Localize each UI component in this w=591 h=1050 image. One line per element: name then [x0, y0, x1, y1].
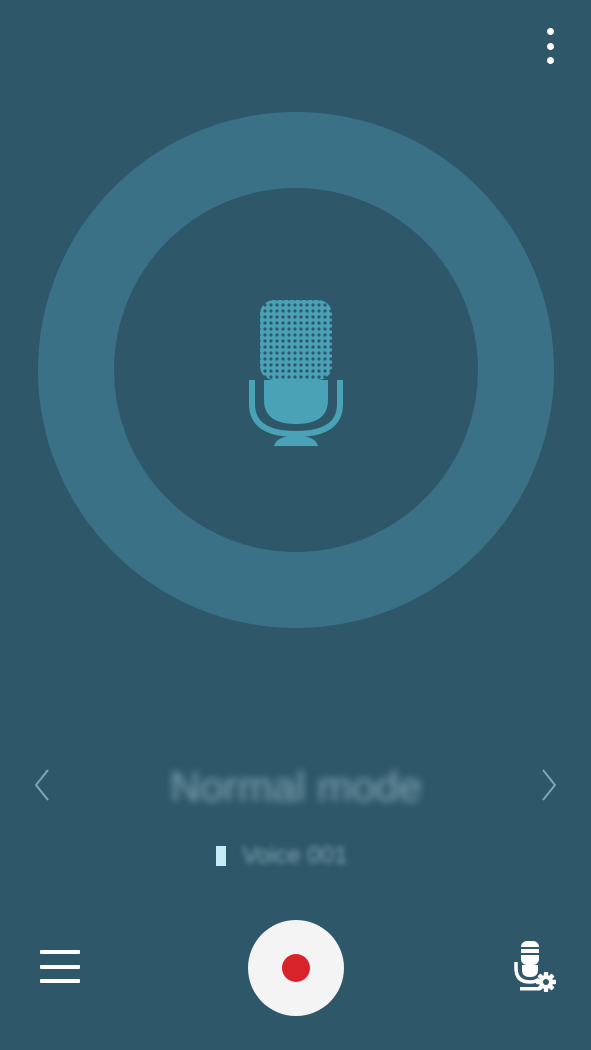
recordings-list-button[interactable]: [40, 950, 82, 984]
status-indicator: [216, 846, 226, 866]
recording-mode-label: Normal mode: [169, 763, 423, 810]
recording-file-name: Voice 001: [242, 842, 348, 869]
menu-line: [40, 979, 80, 983]
more-options-button[interactable]: [539, 28, 561, 64]
hamburger-menu-icon: [40, 950, 80, 954]
chevron-right-icon[interactable]: [539, 768, 559, 802]
menu-line: [40, 965, 80, 969]
recording-status: Voice 001: [216, 842, 347, 870]
chevron-left-icon[interactable]: [32, 768, 52, 802]
microphone-icon: [249, 300, 343, 446]
voice-recorder-screen: Normal mode Voice 001: [0, 0, 591, 1050]
more-dot: [546, 57, 554, 64]
record-button[interactable]: [248, 920, 344, 1016]
more-vertical-icon: [546, 28, 554, 35]
record-icon: [282, 954, 310, 982]
microphone-settings-icon[interactable]: [510, 938, 560, 996]
more-dot: [546, 42, 554, 50]
